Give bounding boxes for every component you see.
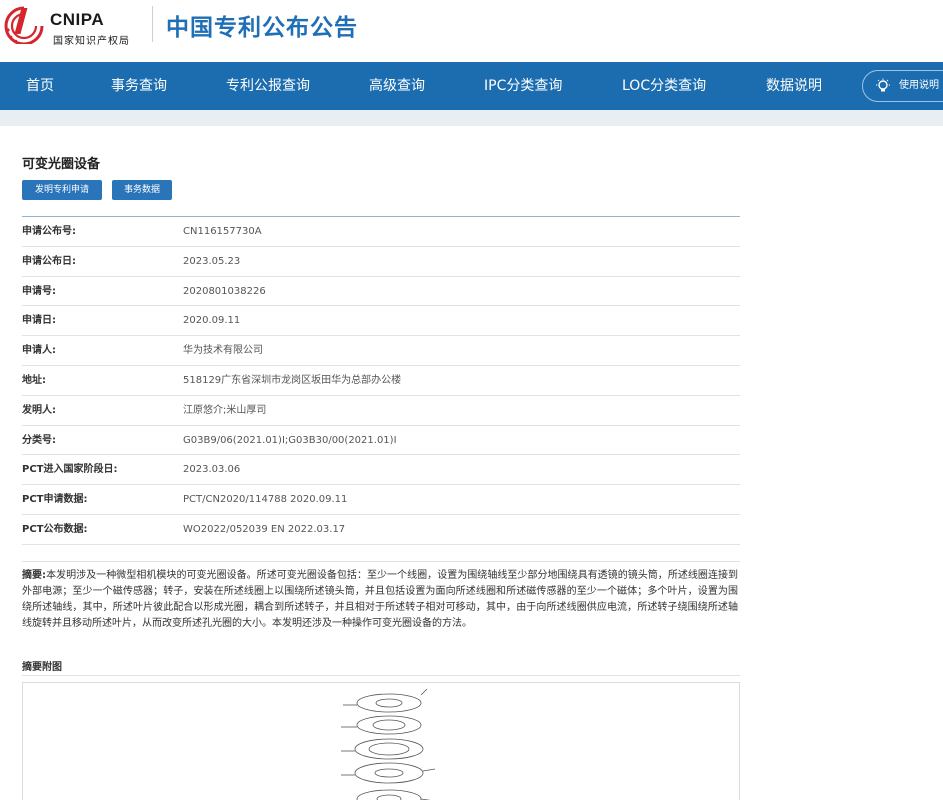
info-label: 申请人: bbox=[22, 345, 56, 357]
abstract-divider bbox=[22, 561, 740, 562]
main-nav: 首页 事务查询 专利公报查询 高级查询 IPC分类查询 LOC分类查询 数据说明… bbox=[0, 62, 943, 110]
logo-english: CNIPA bbox=[50, 10, 105, 29]
info-row: 申请号: 2020801038226 bbox=[22, 277, 740, 307]
lightbulb-icon bbox=[876, 78, 890, 92]
abstract-text: 本发明涉及一种微型相机模块的可变光圈设备。所述可变光圈设备包括：至少一个线圈，设… bbox=[22, 570, 739, 629]
info-row: 地址: 518129广东省深圳市龙岗区坂田华为总部办公楼 bbox=[22, 366, 740, 396]
info-label: 申请公布日: bbox=[22, 255, 76, 267]
info-value: CN116157730A bbox=[183, 226, 262, 237]
abstract-figure[interactable] bbox=[22, 682, 740, 800]
nav-item-loc-query[interactable]: LOC分类查询 bbox=[622, 62, 706, 110]
nav-item-transaction-query[interactable]: 事务查询 bbox=[111, 62, 167, 110]
info-value: 江原悠介;米山厚司 bbox=[183, 404, 267, 416]
info-value: 2020801038226 bbox=[183, 285, 266, 297]
nav-item-advanced-query[interactable]: 高级查询 bbox=[369, 62, 425, 110]
info-label: 发明人: bbox=[22, 404, 56, 416]
content-band bbox=[0, 110, 943, 126]
nav-item-gazette-query[interactable]: 专利公报查询 bbox=[226, 62, 310, 110]
site-title[interactable]: 中国专利公布公告 bbox=[166, 8, 358, 42]
info-value: 2020.09.11 bbox=[183, 315, 241, 327]
patent-title: 可变光圈设备 bbox=[22, 157, 101, 172]
cnipa-logo-icon bbox=[4, 6, 44, 44]
logo-chinese: 国家知识产权局 bbox=[53, 36, 130, 47]
info-value: PCT/CN2020/114788 2020.09.11 bbox=[183, 494, 348, 506]
help-button[interactable]: 使用说明 bbox=[862, 70, 943, 102]
info-row: 申请公布日: 2023.05.23 bbox=[22, 247, 740, 277]
nav-item-home[interactable]: 首页 bbox=[26, 62, 54, 110]
site-header: CNIPA 国家知识产权局 中国专利公布公告 bbox=[0, 0, 943, 60]
info-value: 2023.05.23 bbox=[183, 255, 241, 267]
invention-application-tag[interactable]: 发明专利申请 bbox=[22, 180, 102, 200]
nav-item-data-description[interactable]: 数据说明 bbox=[766, 62, 822, 110]
info-label: 地址: bbox=[22, 374, 46, 386]
abstract-image-divider bbox=[22, 675, 740, 676]
cnipa-logo[interactable]: CNIPA 国家知识产权局 bbox=[0, 4, 150, 48]
info-row: 分类号: G03B9/06(2021.01)I;G03B30/00(2021.01… bbox=[22, 426, 740, 456]
info-value: 2023.03.06 bbox=[183, 464, 241, 476]
transaction-data-button[interactable]: 事务数据 bbox=[112, 180, 172, 200]
info-label: 申请号: bbox=[22, 285, 56, 297]
info-row: 申请公布号: CN116157730A bbox=[22, 217, 740, 247]
info-label: PCT申请数据: bbox=[22, 494, 88, 506]
abstract-image-title: 摘要附图 bbox=[22, 662, 62, 673]
info-row: PCT申请数据: PCT/CN2020/114788 2020.09.11 bbox=[22, 485, 740, 515]
info-label: 分类号: bbox=[22, 434, 56, 446]
info-label: 申请日: bbox=[22, 315, 56, 327]
patent-drawing bbox=[341, 688, 436, 800]
abstract: 摘要:本发明涉及一种微型相机模块的可变光圈设备。所述可变光圈设备包括：至少一个线… bbox=[22, 568, 738, 632]
info-value: 华为技术有限公司 bbox=[183, 345, 263, 357]
info-label: PCT进入国家阶段日: bbox=[22, 464, 118, 476]
info-row: 申请日: 2020.09.11 bbox=[22, 306, 740, 337]
info-row: 申请人: 华为技术有限公司 bbox=[22, 336, 740, 366]
header-divider bbox=[152, 6, 153, 42]
abstract-label: 摘要: bbox=[22, 570, 47, 581]
info-value: 518129广东省深圳市龙岗区坂田华为总部办公楼 bbox=[183, 374, 402, 386]
patent-info-table: 申请公布号: CN116157730A 申请公布日: 2023.05.23 申请号:… bbox=[22, 216, 740, 545]
info-value: G03B9/06(2021.01)I;G03B30/00(2021.01)I bbox=[183, 434, 397, 446]
info-value: WO2022/052039 EN 2022.03.17 bbox=[183, 523, 346, 535]
info-label: PCT公布数据: bbox=[22, 523, 88, 535]
nav-item-ipc-query[interactable]: IPC分类查询 bbox=[484, 62, 562, 110]
info-row: 发明人: 江原悠介;米山厚司 bbox=[22, 396, 740, 426]
info-label: 申请公布号: bbox=[22, 226, 76, 237]
help-button-label: 使用说明 bbox=[899, 80, 939, 91]
info-row: PCT进入国家阶段日: 2023.03.06 bbox=[22, 455, 740, 486]
info-row: PCT公布数据: WO2022/052039 EN 2022.03.17 bbox=[22, 515, 740, 545]
